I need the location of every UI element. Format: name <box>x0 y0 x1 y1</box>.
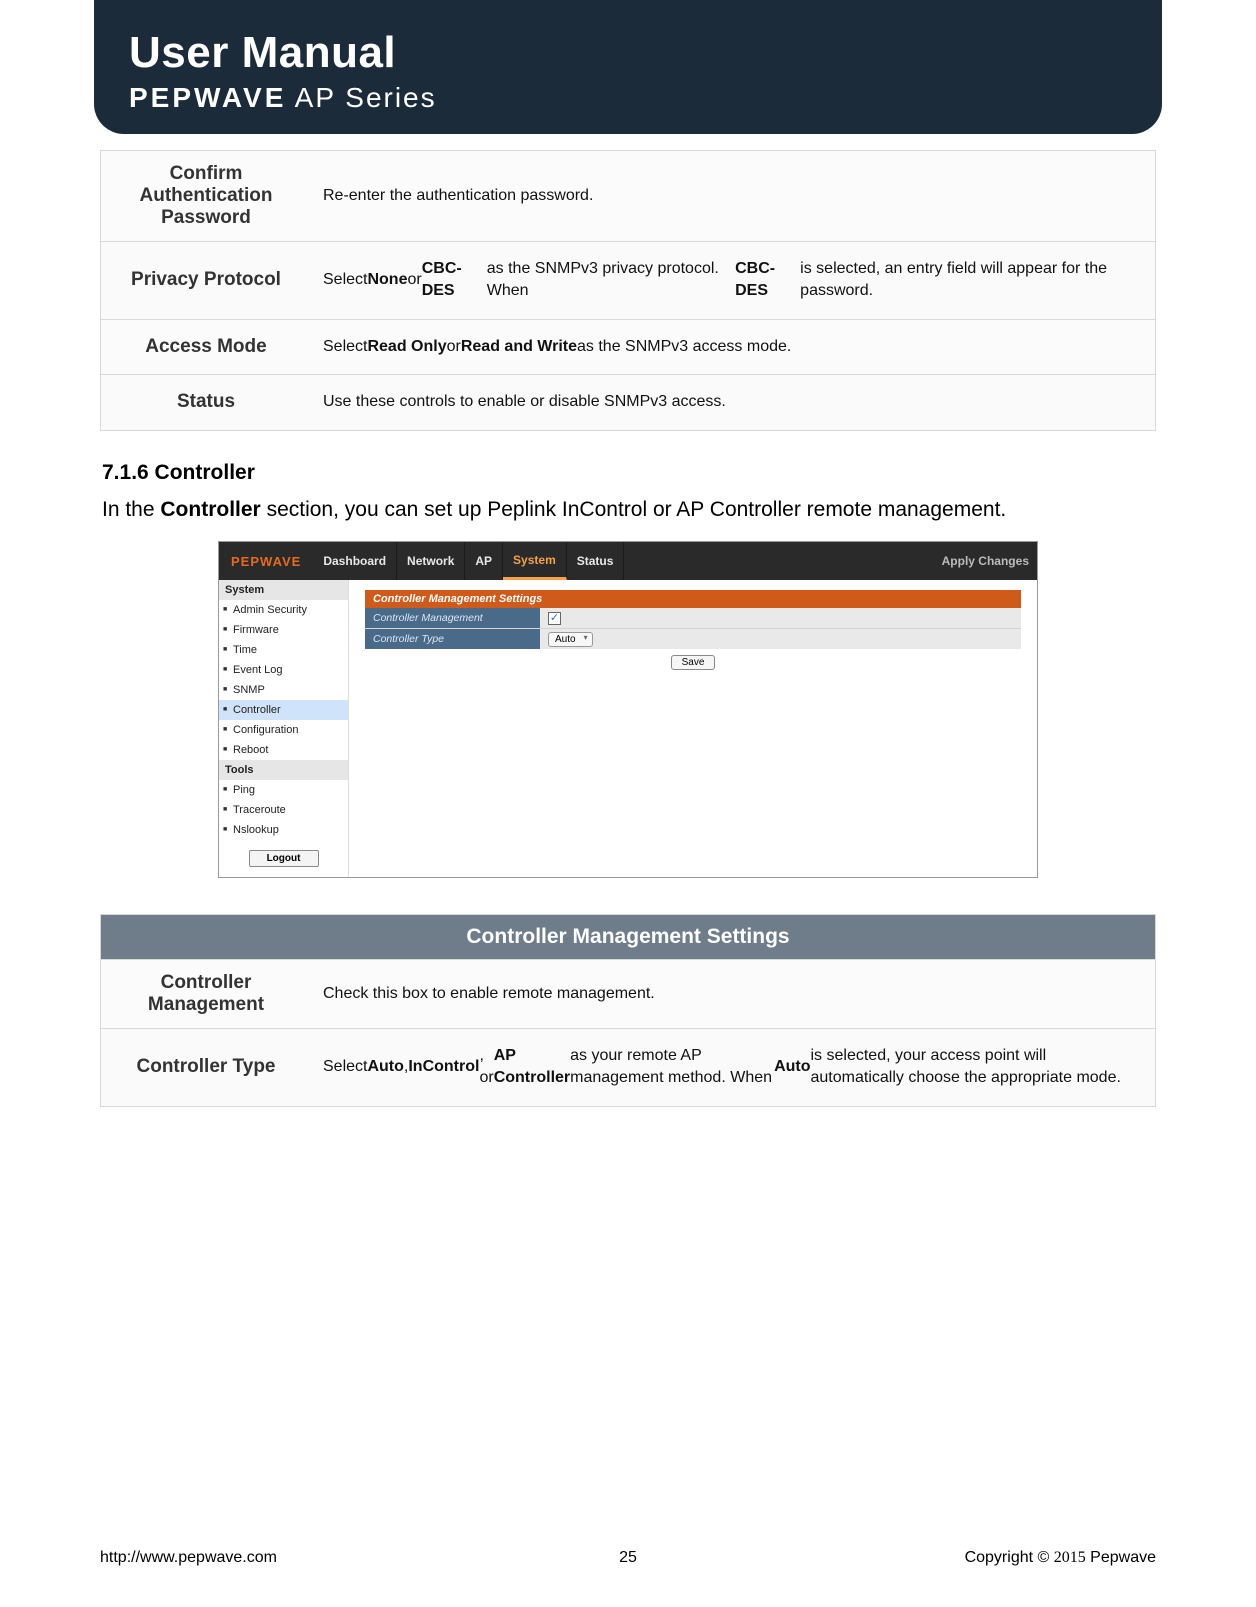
table-title: Controller Management Settings <box>101 915 1155 959</box>
tab-status[interactable]: Status <box>567 542 625 580</box>
page-footer: http://www.pepwave.com 25 Copyright © 20… <box>100 1549 1156 1567</box>
table-row: Access ModeSelect Read Only or Read and … <box>101 319 1155 374</box>
sidebar-item-firmware[interactable]: Firmware <box>219 620 348 640</box>
tab-system[interactable]: System <box>503 542 567 580</box>
section-intro: In the Controller section, you can set u… <box>102 495 1156 525</box>
table-row: Controller TypeSelect Auto, InControl, o… <box>101 1028 1155 1106</box>
main-panel: Controller Management Settings Controlle… <box>349 580 1037 877</box>
controller-settings-table: Controller Management Settings Controlle… <box>100 914 1156 1107</box>
document-header: User Manual PEPWAVE AP Series <box>94 0 1162 134</box>
row-label: Controller Management <box>101 960 311 1028</box>
row-label: Controller Type <box>101 1029 311 1106</box>
row-description: Select Read Only or Read and Write as th… <box>311 320 1155 374</box>
section-heading: 7.1.6 Controller <box>102 461 1156 485</box>
form-label: Controller Management <box>365 608 540 628</box>
row-description: Select None or CBC-DES as the SNMPv3 pri… <box>311 242 1155 319</box>
sidebar-item-configuration[interactable]: Configuration <box>219 720 348 740</box>
ui-brand-logo: PEPWAVE <box>219 554 313 569</box>
snmp-settings-table: Confirm Authentication PasswordRe-enter … <box>100 150 1156 431</box>
sidebar-group-title: System <box>219 580 348 600</box>
sidebar: SystemAdmin SecurityFirmwareTimeEvent Lo… <box>219 580 349 877</box>
sidebar-item-ping[interactable]: Ping <box>219 780 348 800</box>
row-description: Check this box to enable remote manageme… <box>311 960 1155 1028</box>
row-description: Select Auto, InControl, or AP Controller… <box>311 1029 1155 1106</box>
save-button[interactable]: Save <box>671 655 716 670</box>
form-row: Controller Type Auto <box>365 628 1021 649</box>
form-heading: Controller Management Settings <box>365 590 1021 608</box>
page-number: 25 <box>619 1549 637 1567</box>
sidebar-item-nslookup[interactable]: Nslookup <box>219 820 348 840</box>
form-row: Controller Management ✓ <box>365 608 1021 628</box>
table-row: StatusUse these controls to enable or di… <box>101 374 1155 429</box>
series-name: AP Series <box>286 82 436 113</box>
tab-dashboard[interactable]: Dashboard <box>313 542 397 580</box>
row-description: Use these controls to enable or disable … <box>311 375 1155 429</box>
top-nav-bar: PEPWAVE DashboardNetworkAPSystemStatus A… <box>219 542 1037 580</box>
sidebar-item-time[interactable]: Time <box>219 640 348 660</box>
footer-url: http://www.pepwave.com <box>100 1549 277 1567</box>
manual-title: User Manual <box>129 28 1127 78</box>
table-row: Confirm Authentication PasswordRe-enter … <box>101 150 1155 241</box>
sidebar-item-admin-security[interactable]: Admin Security <box>219 600 348 620</box>
sidebar-item-snmp[interactable]: SNMP <box>219 680 348 700</box>
apply-changes-button[interactable]: Apply Changes <box>942 554 1029 568</box>
copyright: Copyright © 2015 Pepwave <box>965 1549 1156 1567</box>
sidebar-item-reboot[interactable]: Reboot <box>219 740 348 760</box>
select-controller-type[interactable]: Auto <box>548 632 593 647</box>
sidebar-item-controller[interactable]: Controller <box>219 700 348 720</box>
brand-name: PEPWAVE <box>129 82 286 113</box>
table-row: Privacy ProtocolSelect None or CBC-DES a… <box>101 241 1155 319</box>
checkbox-controller-management[interactable]: ✓ <box>548 612 561 625</box>
form-label: Controller Type <box>365 629 540 649</box>
sidebar-item-traceroute[interactable]: Traceroute <box>219 800 348 820</box>
row-label: Privacy Protocol <box>101 242 311 319</box>
nav-tabs: DashboardNetworkAPSystemStatus <box>313 542 624 580</box>
logout-button[interactable]: Logout <box>249 850 319 867</box>
sidebar-item-event-log[interactable]: Event Log <box>219 660 348 680</box>
sidebar-group-title: Tools <box>219 760 348 780</box>
series-title: PEPWAVE AP Series <box>129 82 1127 114</box>
row-description: Re-enter the authentication password. <box>311 151 1155 241</box>
table-row: Controller ManagementCheck this box to e… <box>101 959 1155 1028</box>
tab-network[interactable]: Network <box>397 542 465 580</box>
row-label: Status <box>101 375 311 429</box>
row-label: Access Mode <box>101 320 311 374</box>
row-label: Confirm Authentication Password <box>101 151 311 241</box>
controller-screenshot: PEPWAVE DashboardNetworkAPSystemStatus A… <box>218 541 1038 878</box>
tab-ap[interactable]: AP <box>465 542 503 580</box>
